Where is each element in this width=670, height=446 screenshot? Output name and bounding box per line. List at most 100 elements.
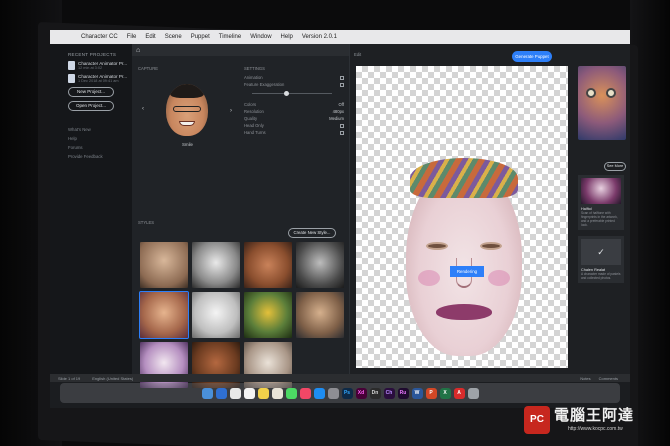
menu-puppet[interactable]: Puppet	[191, 34, 210, 40]
capture-portrait	[166, 84, 208, 136]
styles-grid	[139, 242, 344, 388]
excel-icon[interactable]: X	[439, 387, 451, 399]
menu-window[interactable]: Window	[250, 34, 271, 40]
home-icon[interactable]: ⌂	[136, 47, 143, 54]
link-provide-feedback[interactable]: Provide Feedback	[68, 154, 132, 159]
style-tile[interactable]	[296, 242, 344, 288]
puppet-eye-right	[480, 242, 502, 250]
document-icon	[68, 61, 75, 70]
setting-row[interactable]: Feature Exaggeration	[244, 81, 344, 88]
setting-checkbox[interactable]	[340, 123, 344, 128]
puppet-headwrap	[410, 158, 518, 198]
recent-project-date: 1 Dec 2018 at 09:41 am	[78, 79, 119, 83]
photos-icon[interactable]	[271, 387, 283, 399]
puppet-eye-left	[426, 242, 448, 250]
link-whats-new[interactable]: What's New	[68, 127, 132, 132]
rush-icon[interactable]: Ru	[397, 387, 409, 399]
settings-icon[interactable]	[327, 387, 339, 399]
style-card-description: Scan of halftone with fingerprints in th…	[581, 211, 618, 227]
setting-checkbox[interactable]	[340, 130, 344, 135]
finder-icon[interactable]	[201, 387, 213, 399]
powerpoint-icon[interactable]: P	[425, 387, 437, 399]
statusbar: Slide 1 of 19 English (United States) No…	[50, 374, 630, 382]
safari-icon[interactable]	[215, 387, 227, 399]
setting-row[interactable]: Animation	[244, 74, 344, 81]
setting-label: Quality	[244, 116, 258, 121]
watermark-logo: PC	[524, 406, 550, 434]
sidebar: RECENT PROJECTS Character Animator Pr...…	[50, 44, 132, 374]
style-card-thumbnail: ✓	[581, 239, 621, 265]
photoshop-icon[interactable]: Ps	[341, 387, 353, 399]
chevron-right-icon[interactable]: ›	[230, 108, 232, 114]
comments-button[interactable]: Comments	[599, 376, 618, 381]
style-card[interactable]: Halftol Scan of halftone with fingerprin…	[578, 175, 624, 230]
exaggeration-slider[interactable]	[252, 91, 344, 97]
link-help[interactable]: Help	[68, 136, 132, 141]
menu-scene[interactable]: Scene	[165, 34, 182, 40]
chrome-icon[interactable]	[229, 387, 241, 399]
app-store-icon[interactable]	[313, 387, 325, 399]
trash-icon[interactable]	[467, 387, 479, 399]
menu-help[interactable]: Help	[281, 34, 293, 40]
menu-edit[interactable]: Edit	[145, 34, 155, 40]
panel-tabbar: ⌂	[132, 44, 349, 56]
setting-row[interactable]: Head Only	[244, 122, 344, 129]
style-card[interactable]: ✓ Chalen Realat A character made of past…	[578, 236, 624, 283]
style-tile[interactable]	[244, 292, 292, 338]
language-status[interactable]: English (United States)	[92, 376, 133, 381]
notes-icon[interactable]	[257, 387, 269, 399]
new-project-button[interactable]: New Project...	[68, 87, 114, 97]
setting-checkbox[interactable]	[340, 82, 344, 87]
edit-label: Edit	[354, 52, 362, 57]
recent-project-item[interactable]: Character Animator Pr... 1 Dec 2018 at 0…	[68, 74, 132, 83]
xd-icon[interactable]: Xd	[355, 387, 367, 399]
generate-puppet-button[interactable]: Generate Puppet	[512, 51, 552, 62]
setting-row[interactable]: Colors Off	[244, 101, 344, 108]
chevron-left-icon[interactable]: ‹	[142, 106, 144, 112]
messages-icon[interactable]	[285, 387, 297, 399]
style-tile[interactable]	[244, 242, 292, 288]
setting-value[interactable]: 480px	[333, 109, 344, 114]
setting-row[interactable]: Resolution 480px	[244, 108, 344, 115]
menu-file[interactable]: File	[127, 34, 137, 40]
setting-value[interactable]: Off	[338, 102, 344, 107]
portrait-hair	[170, 84, 204, 98]
open-project-button[interactable]: Open Project...	[68, 101, 114, 111]
menu-app-name[interactable]: Character CC	[81, 34, 118, 40]
link-forums[interactable]: Forums	[68, 145, 132, 150]
dimension-icon[interactable]: Dn	[369, 387, 381, 399]
settings-label: SETTINGS	[244, 66, 265, 71]
recent-project-date: 12 min at 3:02	[78, 66, 103, 70]
see-more-button[interactable]: See More	[604, 162, 626, 171]
setting-checkbox[interactable]	[340, 75, 344, 80]
settings-section: SETTINGS Animation Feature Exaggeration …	[244, 66, 344, 136]
style-tile-selected[interactable]	[139, 291, 189, 339]
character-animator-icon[interactable]: Ch	[383, 387, 395, 399]
style-tile[interactable]	[140, 242, 188, 288]
acrobat-icon[interactable]: A	[453, 387, 465, 399]
menu-timeline[interactable]: Timeline	[219, 34, 241, 40]
calendar-icon[interactable]	[243, 387, 255, 399]
setting-row[interactable]: Hand Turns	[244, 129, 344, 136]
style-tile[interactable]	[296, 292, 344, 338]
word-icon[interactable]: W	[411, 387, 423, 399]
robot-style-preview[interactable]	[578, 66, 626, 140]
setting-label: Animation	[244, 75, 263, 80]
slider-knob[interactable]	[284, 91, 289, 96]
setting-row[interactable]: Quality Medium	[244, 115, 344, 122]
music-icon[interactable]	[299, 387, 311, 399]
style-tile[interactable]	[192, 292, 240, 338]
style-card-thumbnail	[581, 178, 621, 204]
notes-button[interactable]: Notes	[580, 376, 590, 381]
watermark-title: 電腦王阿達	[554, 406, 635, 424]
recent-project-item[interactable]: Character Animator Pr... 12 min at 3:02	[68, 61, 132, 70]
rendering-badge: Rendering	[450, 266, 484, 277]
capture-label: CAPTURE	[138, 66, 159, 71]
setting-label: Feature Exaggeration	[244, 82, 285, 87]
style-tile[interactable]	[192, 242, 240, 288]
create-new-style-button[interactable]: Create New Style...	[288, 228, 336, 238]
transparency-canvas: Rendering	[356, 66, 568, 368]
setting-value[interactable]: Medium	[329, 116, 344, 121]
puppet-lips	[436, 304, 492, 320]
watermark: PC 電腦王阿達 http://www.kocpc.com.tw	[524, 400, 664, 440]
